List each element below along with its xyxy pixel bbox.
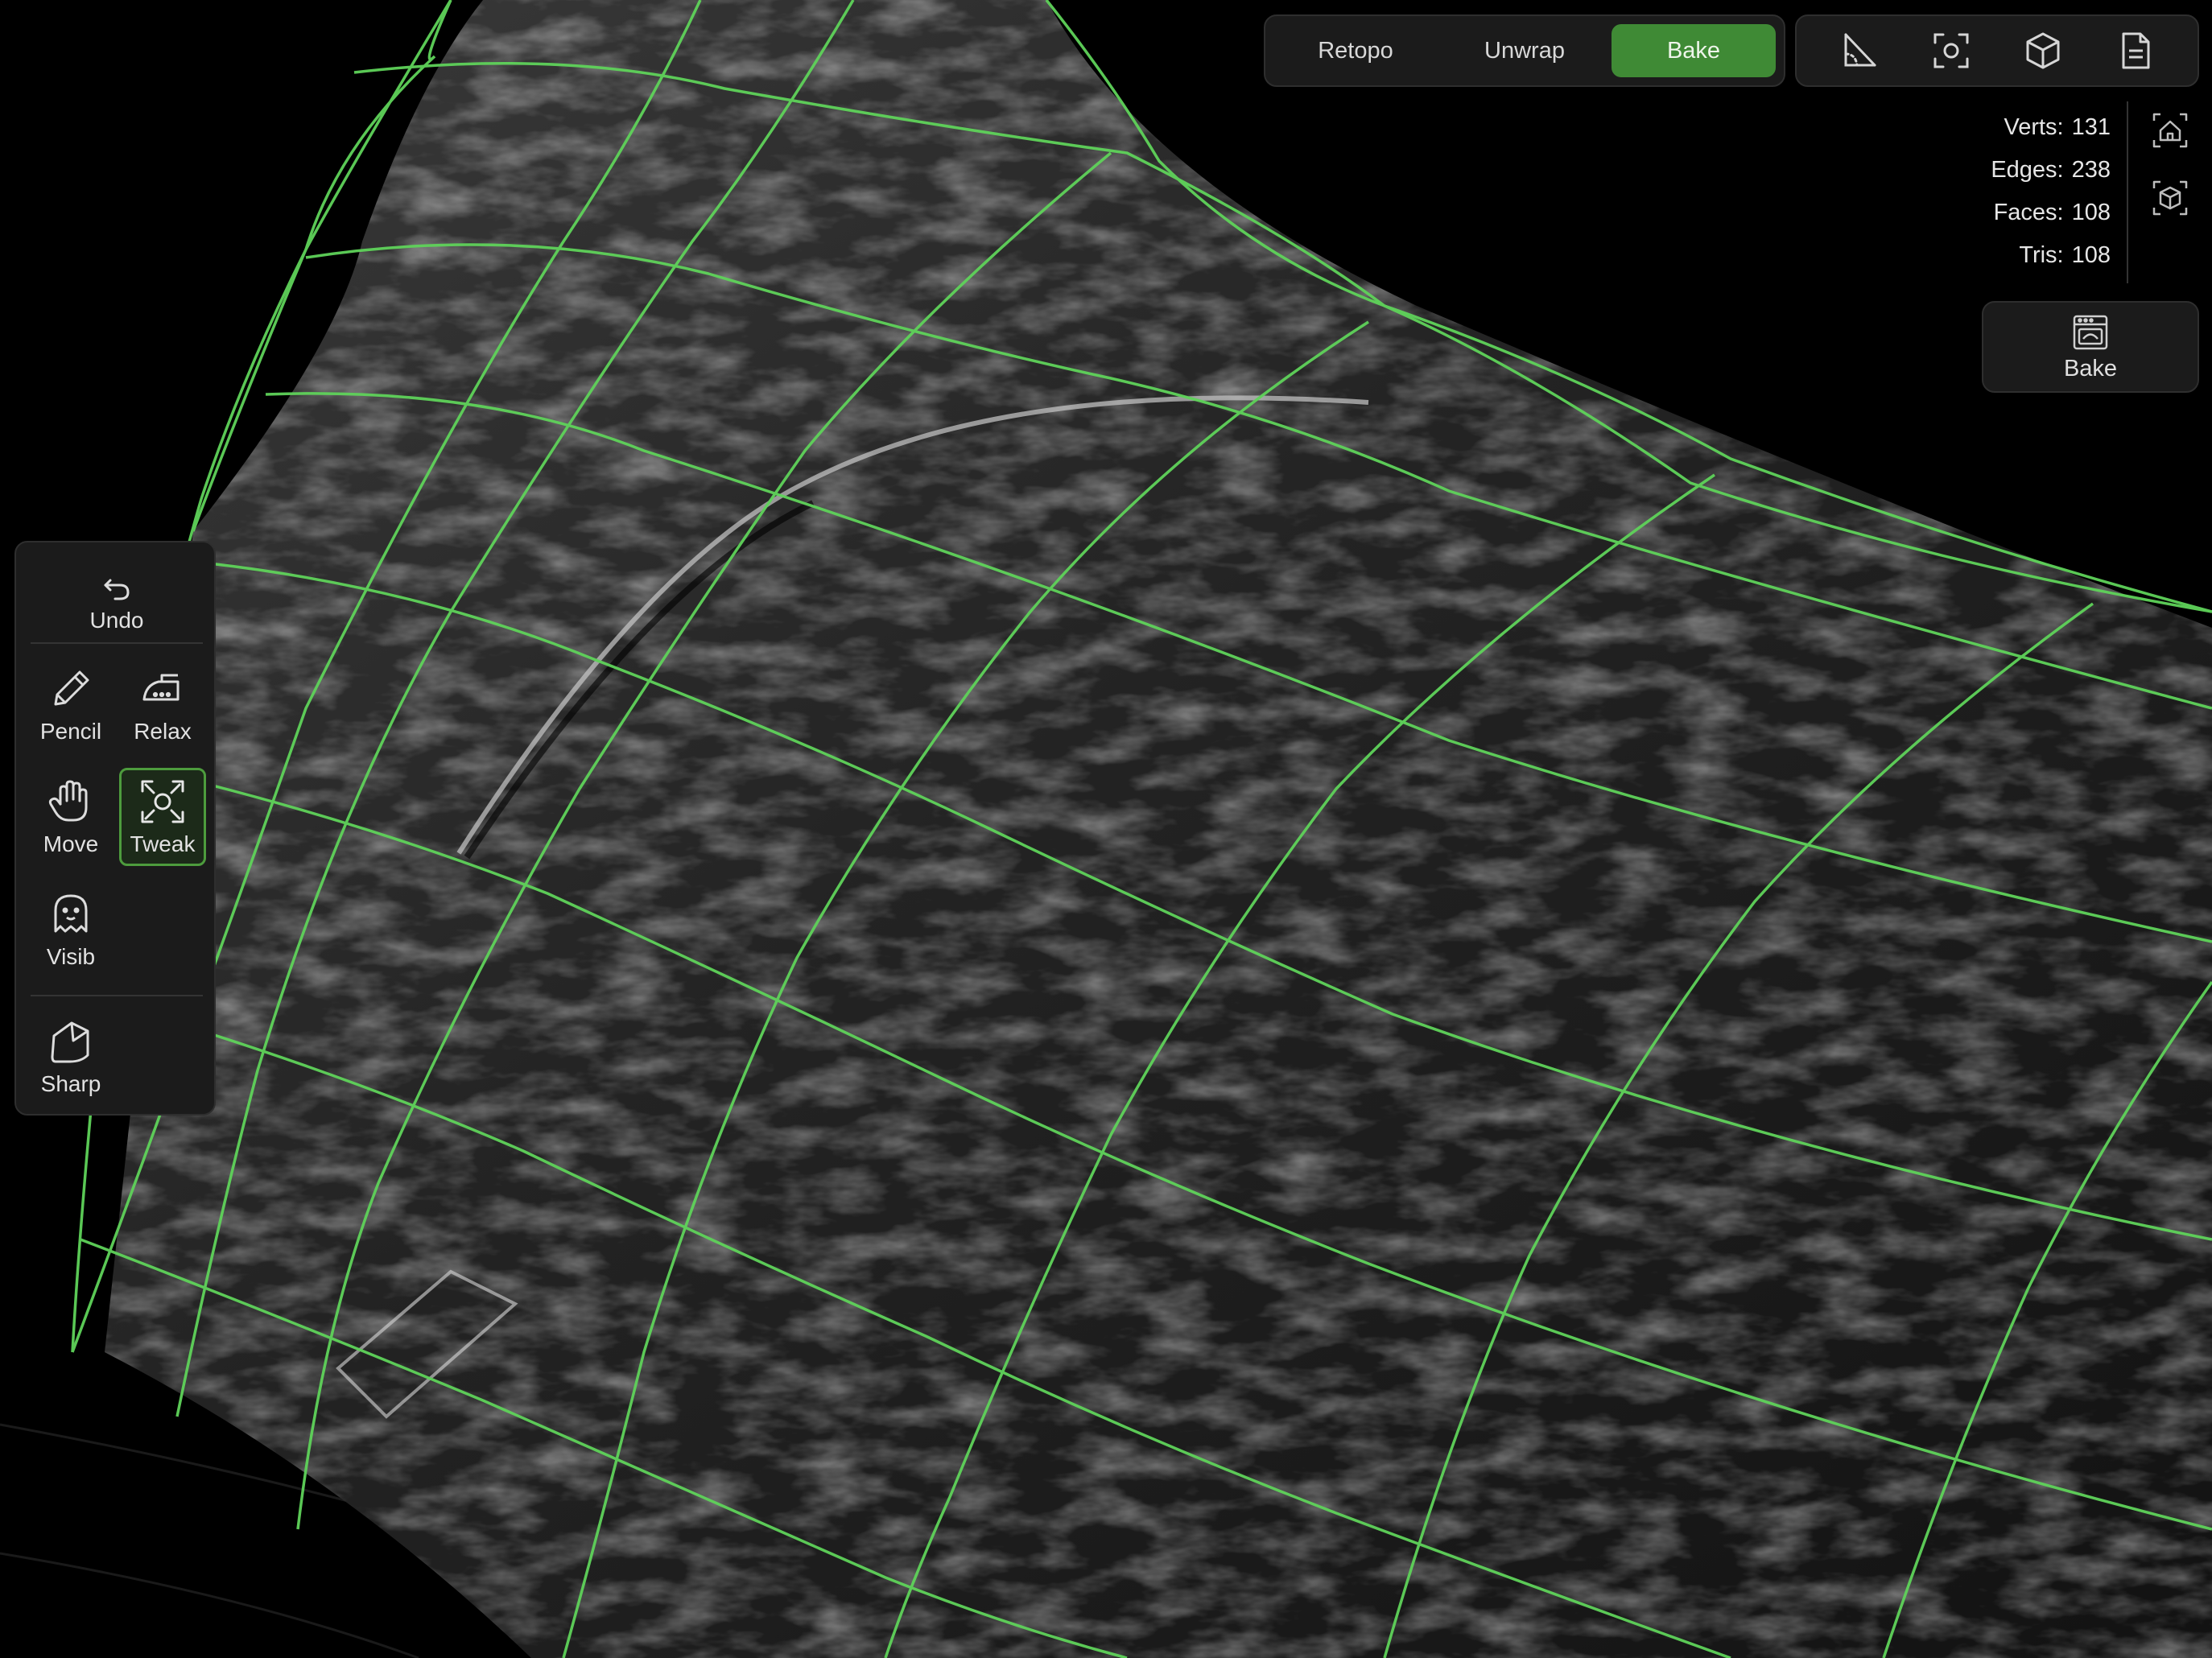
sharp-edge-icon bbox=[51, 1021, 89, 1063]
tool-panel: Undo Pencil Relax Move Tweak Visib Sharp bbox=[14, 541, 216, 1116]
iron-icon bbox=[142, 674, 180, 701]
measure-angle-icon bbox=[1844, 33, 1876, 67]
reset-view-cube-icon bbox=[2152, 180, 2188, 216]
tool-visib[interactable]: Visib bbox=[27, 881, 114, 979]
tool-move[interactable]: Move bbox=[27, 768, 114, 866]
document-button[interactable] bbox=[2103, 23, 2168, 79]
tab-bake[interactable]: Bake bbox=[1612, 24, 1776, 77]
tool-relax-label: Relax bbox=[134, 719, 192, 744]
home-view-icon bbox=[2152, 113, 2188, 148]
focus-camera-button[interactable] bbox=[1919, 23, 1983, 79]
oven-icon bbox=[2073, 315, 2108, 349]
document-icon bbox=[2122, 32, 2150, 69]
mode-tab-bar: Retopo Unwrap Bake bbox=[1264, 14, 1785, 87]
bake-action-label: Bake bbox=[2063, 355, 2118, 382]
stat-verts: Verts: 131 bbox=[2004, 114, 2111, 140]
tab-retopo[interactable]: Retopo bbox=[1273, 24, 1438, 77]
tool-visib-label: Visib bbox=[46, 944, 96, 969]
stats-divider bbox=[2127, 101, 2128, 283]
tweak-focus-icon bbox=[141, 780, 184, 823]
home-view-button[interactable] bbox=[2148, 108, 2193, 153]
stat-edges: Edges: 238 bbox=[1991, 157, 2111, 183]
undo-label: Undo bbox=[89, 608, 144, 633]
view-toolbar bbox=[1795, 14, 2199, 87]
measure-angle-button[interactable] bbox=[1826, 23, 1891, 79]
ghost-icon bbox=[54, 894, 88, 933]
tool-pencil-label: Pencil bbox=[39, 719, 102, 744]
tool-relax[interactable]: Relax bbox=[119, 655, 206, 753]
tab-unwrap[interactable]: Unwrap bbox=[1442, 24, 1607, 77]
hand-icon bbox=[48, 780, 88, 822]
stat-faces: Faces: 108 bbox=[1993, 200, 2111, 225]
undo-button[interactable]: Undo bbox=[52, 559, 181, 647]
tool-tweak[interactable]: Tweak bbox=[119, 768, 206, 866]
stat-tris: Tris: 108 bbox=[2019, 242, 2111, 268]
pencil-icon bbox=[54, 670, 89, 706]
tool-sharp[interactable]: Sharp bbox=[27, 1008, 114, 1106]
bake-action-button[interactable]: Bake bbox=[1982, 301, 2199, 393]
tool-tweak-label: Tweak bbox=[130, 831, 196, 856]
tool-divider bbox=[31, 642, 203, 644]
reset-view-cube-button[interactable] bbox=[2148, 175, 2193, 221]
cube-icon bbox=[2026, 32, 2060, 69]
undo-icon bbox=[104, 579, 130, 600]
tool-pencil[interactable]: Pencil bbox=[27, 655, 114, 753]
tool-move-label: Move bbox=[43, 831, 99, 856]
cube-view-button[interactable] bbox=[2011, 23, 2075, 79]
mesh-stats: Verts: 131 Edges: 238 Faces: 108 Tris: 108 bbox=[1869, 106, 2111, 277]
tool-sharp-label: Sharp bbox=[40, 1071, 101, 1096]
tool-divider bbox=[31, 995, 203, 996]
focus-camera-icon bbox=[1933, 33, 1969, 68]
